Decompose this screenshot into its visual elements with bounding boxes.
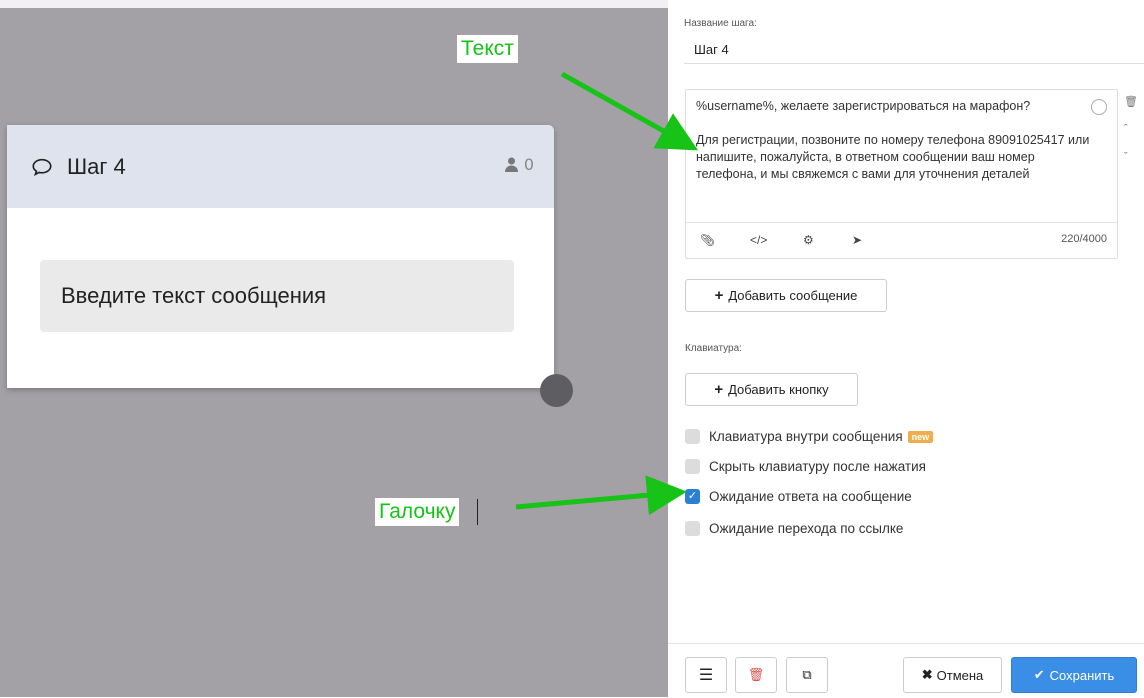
save-button[interactable]: ✔ Сохранить (1011, 657, 1137, 693)
checkbox-label: Ожидание ответа на сообщение (709, 489, 912, 504)
new-badge: new (907, 430, 934, 443)
checkbox-wait-reply[interactable]: ✓ Ожидание ответа на сообщение (685, 489, 912, 504)
plus-icon: + (714, 287, 724, 304)
checkbox-wait-link[interactable]: Ожидание перехода по ссылке (685, 521, 903, 536)
panel-footer: ☰ 🗑︎ ⧉ ✖ Отмена ✔ Сохранить (668, 643, 1144, 698)
add-button-label: Добавить кнопку (728, 382, 829, 397)
message-text[interactable]: %username%, желаете зарегистрироваться н… (696, 98, 1091, 183)
hamburger-icon: ☰ (698, 667, 714, 684)
flow-canvas[interactable]: Шаг 4 0 Введите текст сообщения Текст Га… (0, 0, 668, 697)
copy-icon: ⧉ (802, 667, 812, 682)
checkbox-label: Ожидание перехода по ссылке (709, 521, 904, 536)
save-label: Сохранить (1049, 667, 1115, 683)
copy-button[interactable]: ⧉ (786, 657, 828, 693)
plus-icon: + (714, 381, 724, 398)
checkbox[interactable] (685, 429, 700, 444)
menu-button[interactable]: ☰ (685, 657, 727, 693)
keyboard-label: Клавиатура: (685, 343, 742, 354)
emoji-icon[interactable] (1091, 99, 1107, 115)
checkbox-label: Клавиатура внутри сообщения (709, 429, 903, 444)
checkbox-checked[interactable]: ✓ (685, 489, 700, 504)
cancel-button[interactable]: ✖ Отмена (903, 657, 1002, 693)
send-icon[interactable]: ➤ (852, 233, 862, 247)
step-name-input[interactable] (684, 36, 1144, 64)
add-keyboard-button[interactable]: + Добавить кнопку (685, 373, 858, 406)
chevron-up-icon[interactable]: ˆ (1124, 123, 1138, 151)
add-message-label: Добавить сообщение (728, 288, 858, 303)
step-name-label: Название шага: (684, 18, 757, 29)
checkbox[interactable] (685, 459, 700, 474)
delete-button[interactable]: 🗑︎ (735, 657, 777, 693)
checkbox-label: Скрыть клавиатуру после нажатия (709, 459, 926, 474)
close-icon: ✖ (921, 667, 933, 682)
code-icon[interactable]: </> (750, 233, 767, 247)
checkbox-hide-keyboard[interactable]: Скрыть клавиатуру после нажатия (685, 459, 926, 474)
cancel-label: Отмена (936, 667, 984, 683)
char-counter: 220/4000 (1061, 233, 1107, 245)
annotation-arrows (0, 0, 668, 697)
checkbox-inline-keyboard[interactable]: Клавиатура внутри сообщения new (685, 429, 934, 444)
annotation-text-label: Текст (457, 35, 518, 63)
paperclip-icon[interactable]: 📎︎ (700, 233, 715, 247)
chevron-down-icon[interactable]: ˇ (1124, 151, 1138, 163)
step-settings-panel: Название шага: %username%, желаете зарег… (668, 0, 1144, 697)
checkbox[interactable] (685, 521, 700, 536)
annotation-checkbox-label: Галочку (375, 498, 460, 526)
gear-icon[interactable]: ⚙ (803, 233, 814, 247)
text-cursor (477, 499, 478, 525)
check-icon: ✔ (1033, 667, 1045, 682)
trash-icon: 🗑︎ (747, 667, 765, 682)
add-message-button[interactable]: + Добавить сообщение (685, 279, 887, 312)
message-side-controls: 🗑︎ ˆ ˇ (1124, 95, 1138, 163)
trash-icon[interactable]: 🗑︎ (1124, 95, 1138, 123)
editor-toolbar: 📎︎ </> ⚙ ➤ 220/4000 (686, 222, 1117, 258)
message-editor[interactable]: %username%, желаете зарегистрироваться н… (685, 89, 1118, 259)
